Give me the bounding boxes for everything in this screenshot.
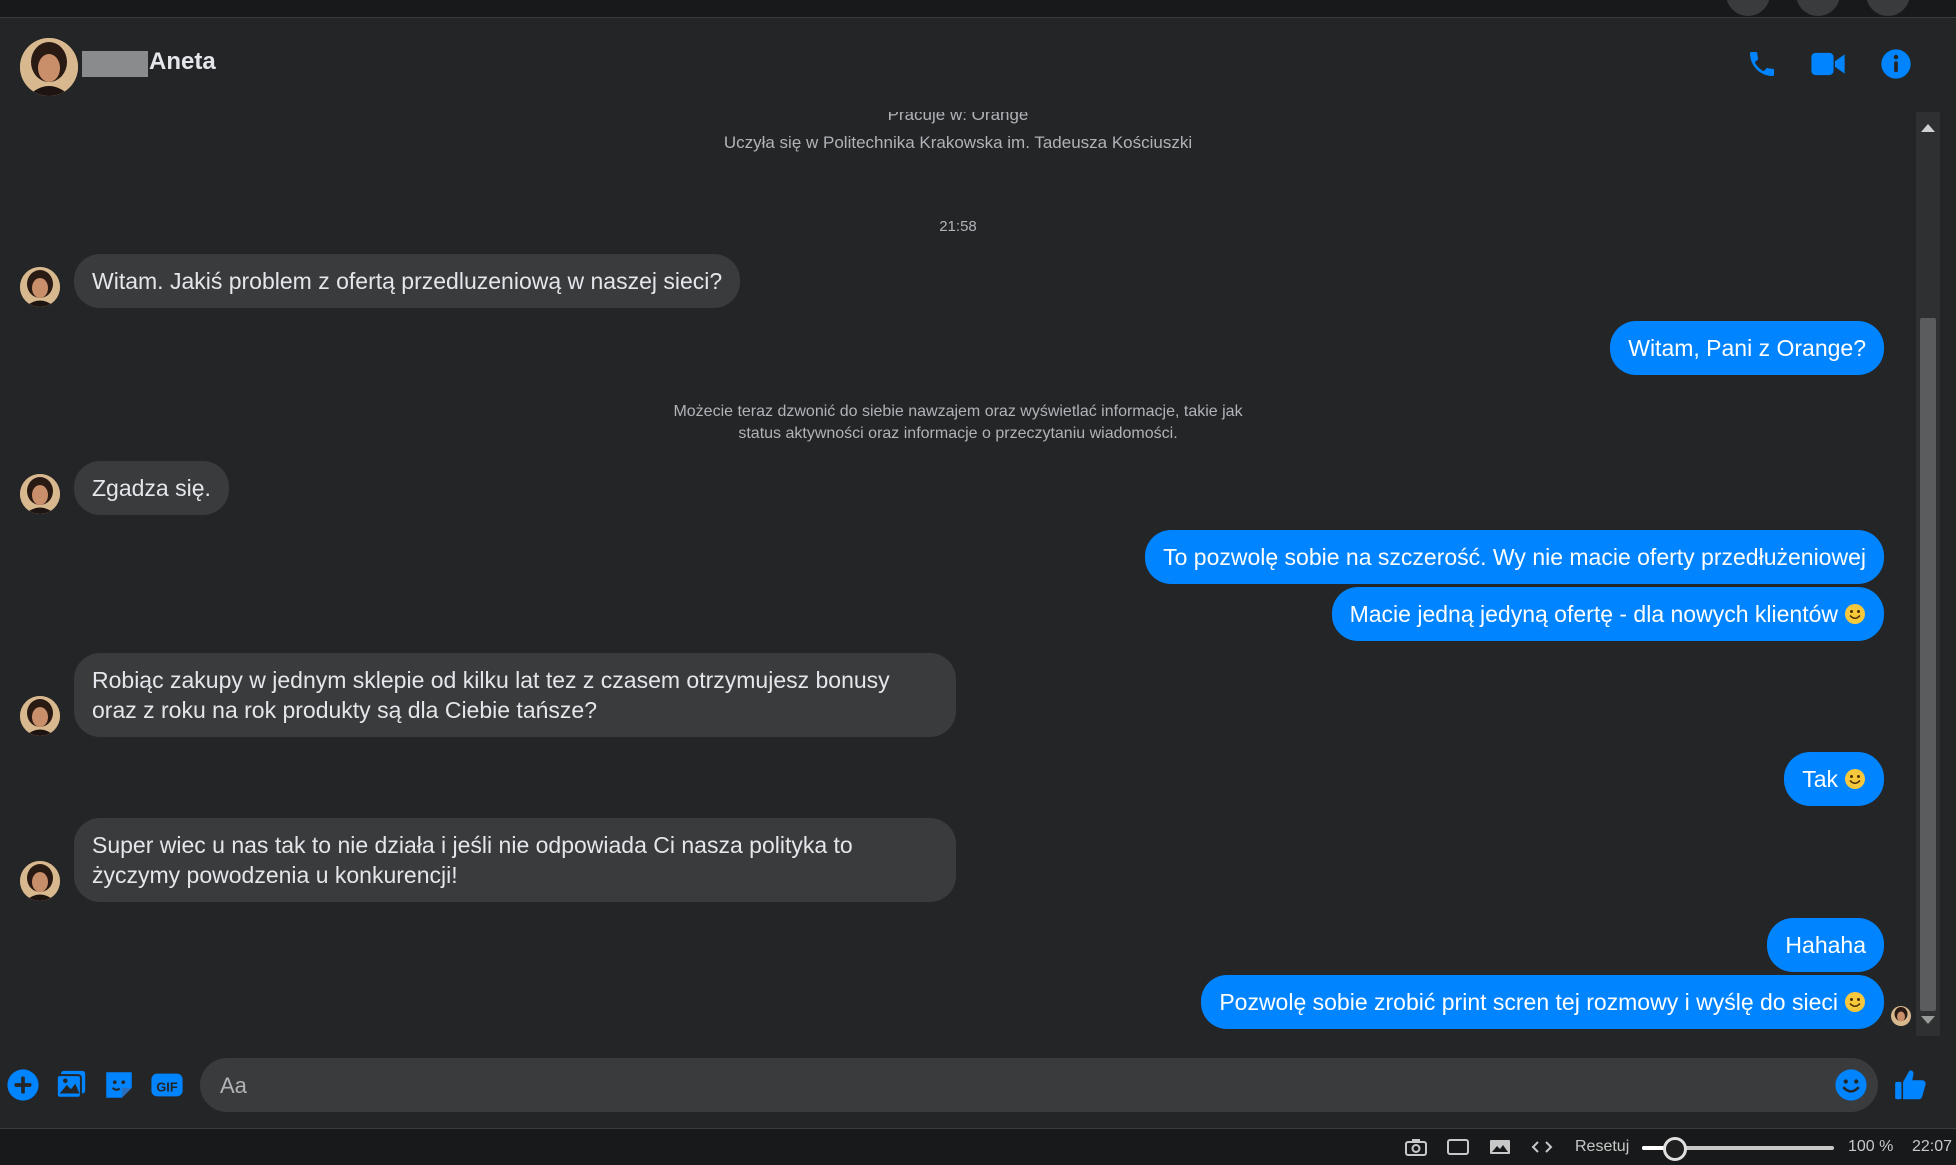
thumbs-up-icon[interactable] — [1892, 1066, 1930, 1104]
scroll-down-arrow-icon[interactable] — [1921, 1016, 1935, 1024]
screenshot-camera-icon[interactable] — [1404, 1137, 1428, 1162]
phone-icon[interactable] — [1742, 44, 1782, 84]
intro-study: Uczyła się w Politechnika Krakowska im. … — [723, 133, 1193, 152]
system-notice-line1: Możecie teraz dzwonić do siebie nawzajem… — [673, 403, 1243, 420]
browser-status-bar: Resetuj 100 % 22:07 — [0, 1128, 1956, 1165]
message-bubble-outgoing[interactable]: Tak — [1784, 752, 1884, 806]
message-input[interactable] — [218, 1058, 1802, 1114]
message-text: Tak — [1802, 766, 1838, 792]
message-bubble-outgoing[interactable]: Pozwolę sobie zrobić print scren tej roz… — [1201, 975, 1884, 1029]
image-icon[interactable] — [1488, 1137, 1512, 1162]
contact-name[interactable]: Aneta — [149, 48, 216, 76]
chat-header: Aneta — [0, 18, 1930, 112]
top-window-strip — [0, 0, 1956, 18]
video-camera-icon[interactable] — [1808, 44, 1848, 84]
smile-emoji-icon — [1845, 992, 1865, 1012]
photo-icon[interactable] — [54, 1068, 88, 1102]
message-composer: GIF — [0, 1036, 1940, 1128]
smile-emoji-icon — [1845, 769, 1865, 789]
message-input-box[interactable] — [200, 1058, 1878, 1114]
message-bubble-incoming[interactable]: Super wiec u nas tak to nie działa i jeś… — [74, 818, 956, 902]
gif-icon[interactable]: GIF — [150, 1068, 184, 1102]
clock: 22:07 — [1912, 1138, 1953, 1155]
contact-avatar-small[interactable] — [20, 861, 60, 901]
redacted-surname — [82, 51, 148, 77]
message-bubble-incoming[interactable]: Robiąc zakupy w jednym sklepie od kilku … — [74, 653, 956, 737]
message-scrollbar[interactable] — [1916, 112, 1940, 1036]
window-button-ghost[interactable] — [1796, 0, 1840, 16]
message-bubble-incoming[interactable]: Witam. Jakiś problem z ofertą przedluzen… — [74, 254, 741, 308]
message-timestamp: 21:58 — [939, 218, 977, 235]
read-receipt-avatar — [1891, 1006, 1911, 1026]
window-icon[interactable] — [1446, 1137, 1470, 1162]
window-button-ghost[interactable] — [1726, 0, 1770, 16]
sticker-icon[interactable] — [102, 1068, 136, 1102]
system-notice-line2: status aktywności oraz informacje o prze… — [738, 425, 1178, 442]
zoom-level: 100 % — [1848, 1138, 1894, 1155]
message-bubble-outgoing[interactable]: To pozwolę sobie na szczerość. Wy nie ma… — [1145, 530, 1884, 584]
zoom-slider-knob[interactable] — [1663, 1137, 1687, 1161]
contact-avatar[interactable] — [20, 38, 78, 96]
zoom-slider[interactable] — [1642, 1137, 1834, 1161]
emoji-icon[interactable] — [1834, 1068, 1868, 1102]
zoom-reset-button[interactable]: Resetuj — [1575, 1138, 1629, 1156]
code-icon[interactable] — [1530, 1137, 1554, 1162]
plus-icon[interactable] — [6, 1068, 40, 1102]
intro-work: Pracuje w: Orange — [887, 112, 1029, 124]
message-bubble-outgoing[interactable]: Hahaha — [1767, 918, 1884, 972]
smile-emoji-icon — [1845, 604, 1865, 624]
contact-avatar-small[interactable] — [20, 474, 60, 514]
message-thread[interactable]: Pracuje w: Orange Uczyła się w Politechn… — [0, 112, 1916, 1036]
message-bubble-incoming[interactable]: Zgadza się. — [74, 461, 229, 515]
info-icon[interactable] — [1876, 44, 1916, 84]
window-button-ghost[interactable] — [1866, 0, 1910, 16]
message-text: Macie jedną jedyną ofertę - dla nowych k… — [1349, 601, 1838, 627]
gif-label: GIF — [156, 1079, 177, 1094]
scrollbar-thumb[interactable] — [1920, 318, 1936, 1011]
message-bubble-outgoing[interactable]: Macie jedną jedyną ofertę - dla nowych k… — [1331, 587, 1884, 641]
contact-avatar-small[interactable] — [20, 696, 60, 736]
message-text: Pozwolę sobie zrobić print scren tej roz… — [1219, 989, 1838, 1015]
scroll-up-arrow-icon[interactable] — [1921, 124, 1935, 132]
contact-avatar-small[interactable] — [20, 267, 60, 307]
message-bubble-outgoing[interactable]: Witam, Pani z Orange? — [1610, 321, 1884, 375]
